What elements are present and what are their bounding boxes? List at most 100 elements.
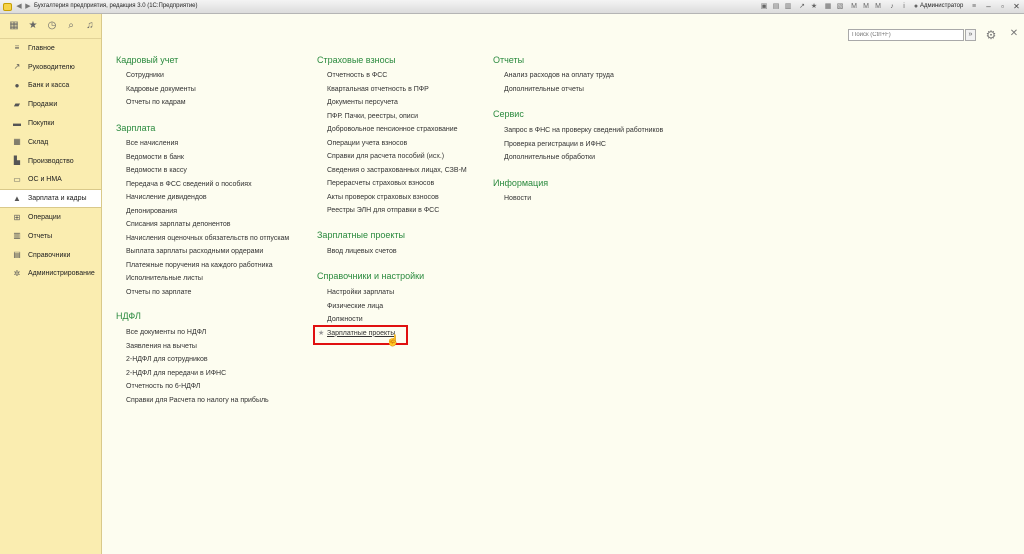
link-zarplata-0[interactable]: Все начисления — [126, 140, 178, 147]
link-informaciya-0[interactable]: Новости — [504, 195, 531, 202]
link-zarplata-7[interactable]: Начисления оценочных обязательств по отп… — [126, 235, 289, 242]
sidebar-item[interactable]: ✲ Администрирование — [0, 265, 101, 284]
link-strahovye-10[interactable]: Реестры ЭЛН для отправки в ФСС — [327, 207, 439, 214]
link-zarplata-4[interactable]: Начисление дивидендов — [126, 194, 207, 201]
section-title-otchety: Отчеты — [493, 55, 525, 65]
memory-mplus-icon[interactable]: M — [862, 3, 870, 11]
sidebar-item[interactable]: ≡ Главное — [0, 39, 101, 58]
sidebar-item[interactable]: ▬ Покупки — [0, 114, 101, 133]
sidebar-item[interactable]: ⊞ Операции — [0, 208, 101, 227]
link-spravochniki-0[interactable]: Настройки зарплаты — [327, 289, 394, 296]
memory-mminus-icon[interactable]: M — [874, 3, 882, 11]
link-servis-0[interactable]: Запрос в ФНС на проверку сведений работн… — [504, 127, 663, 134]
sidebar-item[interactable]: ● Банк и касса — [0, 77, 101, 96]
link-strahovye-7[interactable]: Сведения о застрахованных лицах, СЗВ-М — [327, 167, 467, 174]
link-zarplata-9[interactable]: Платежные поручения на каждого работника — [126, 262, 273, 269]
link-kadrovy-1[interactable]: Кадровые документы — [126, 86, 196, 93]
apps-grid-icon[interactable]: ▦ — [9, 21, 19, 31]
link-strahovye-0[interactable]: Отчетность в ФСС — [327, 72, 387, 79]
sidebar-item[interactable]: ▦ Склад — [0, 133, 101, 152]
sidebar-item[interactable]: ▤ Справочники — [0, 246, 101, 265]
search-dropdown-icon[interactable]: » — [965, 29, 976, 41]
sidebar-item-label: Операции — [28, 214, 61, 222]
favorites-star-icon[interactable]: ★ — [28, 21, 38, 31]
link-otchety-1[interactable]: Дополнительные отчеты — [504, 86, 584, 93]
link-strahovye-8[interactable]: Перерасчеты страховых взносов — [327, 180, 434, 187]
sidebar-item-label: Отчеты — [28, 232, 53, 240]
favorite-star-icon[interactable]: ★ — [318, 329, 324, 337]
reports-icon: ▥ — [13, 231, 21, 241]
link-kadrovy-2[interactable]: Отчеты по кадрам — [126, 99, 186, 106]
link-zarplata-6[interactable]: Списания зарплаты депонентов — [126, 221, 230, 228]
print-icon[interactable]: ▤ — [772, 3, 780, 11]
current-user[interactable]: Администратор — [920, 3, 963, 9]
window-close-icon[interactable]: ✕ — [1012, 2, 1021, 11]
link-spravochniki-1[interactable]: Физические лица — [327, 303, 383, 310]
section-title-strahovye: Страховые взносы — [317, 55, 396, 65]
link-strahovye-6[interactable]: Справки для расчета пособий (исх.) — [327, 153, 444, 160]
notifications-bell-icon[interactable]: ♫ — [85, 21, 95, 31]
sidebar-item-label: Продажи — [28, 101, 58, 109]
sidebar-item-label: Справочники — [28, 251, 71, 259]
gear-icon: ✲ — [13, 268, 21, 278]
link-zarplata-3[interactable]: Передача в ФСС сведений о пособиях — [126, 181, 252, 188]
info-icon[interactable]: i — [900, 3, 908, 11]
settings-icon[interactable]: ≡ — [970, 3, 978, 11]
gear-icon[interactable]: ⚙ — [984, 28, 998, 42]
link-zarplata-10[interactable]: Исполнительные листы — [126, 275, 203, 282]
link-strahovye-1[interactable]: Квартальная отчетность в ПФР — [327, 86, 429, 93]
calc-icon[interactable]: ▧ — [836, 3, 844, 11]
sidebar-item[interactable]: ▲ Зарплата и кадры — [0, 189, 101, 209]
section-title-ndfl: НДФЛ — [116, 311, 141, 321]
link-ndfl-0[interactable]: Все документы по НДФЛ — [126, 329, 206, 336]
link-icon[interactable]: ↗ — [798, 3, 806, 11]
sidebar-item[interactable]: ▙ Производство — [0, 152, 101, 171]
link-zarplata-8[interactable]: Выплата зарплаты расходными ордерами — [126, 248, 263, 255]
bookmark-icon[interactable]: ★ — [810, 3, 818, 11]
sidebar-item[interactable]: ▭ ОС и НМА — [0, 171, 101, 190]
calendar-icon[interactable]: ▦ — [824, 3, 832, 11]
link-servis-1[interactable]: Проверка регистрации в ИФНС — [504, 141, 606, 148]
link-spravochniki-2[interactable]: Должности — [327, 316, 363, 323]
link-strahovye-5[interactable]: Операции учета взносов — [327, 140, 407, 147]
link-otchety-0[interactable]: Анализ расходов на оплату труда — [504, 72, 614, 79]
link-zarplata-11[interactable]: Отчеты по зарплате — [126, 289, 191, 296]
section-title-zarplata: Зарплата — [116, 123, 156, 133]
link-strahovye-3[interactable]: ПФР. Пачки, реестры, описи — [327, 113, 418, 120]
sidebar-nav: ≡ Главное ↗ Руководителю ● Банк и касса ▰ Прода… — [0, 39, 101, 283]
back-icon[interactable]: ◀ — [15, 3, 23, 11]
sidebar-item-label: Администрирование — [28, 270, 95, 278]
link-ndfl-1[interactable]: Заявления на вычеты — [126, 343, 197, 350]
sidebar-item[interactable]: ▰ Продажи — [0, 95, 101, 114]
link-zarplata-1[interactable]: Ведомости в банк — [126, 154, 184, 161]
link-ndfl-2[interactable]: 2-НДФЛ для сотрудников — [126, 356, 208, 363]
minimize-icon[interactable]: – — [984, 2, 993, 11]
link-zp_proekty-0[interactable]: Ввод лицевых счетов — [327, 248, 397, 255]
forward-icon[interactable]: ▶ — [24, 3, 32, 11]
close-icon[interactable]: ✕ — [1009, 29, 1019, 39]
sidebar-item-label: Зарплата и кадры — [28, 195, 87, 203]
history-icon[interactable]: ◷ — [47, 21, 57, 31]
link-servis-2[interactable]: Дополнительные обработки — [504, 154, 595, 161]
bell-icon[interactable]: ♪ — [888, 3, 896, 11]
search-input[interactable] — [848, 29, 964, 41]
link-ndfl-4[interactable]: Отчетность по 6-НДФЛ — [126, 383, 200, 390]
link-zarplata-5[interactable]: Депонирования — [126, 208, 177, 215]
link-zarplata-2[interactable]: Ведомости в кассу — [126, 167, 187, 174]
sidebar-item[interactable]: ▥ Отчеты — [0, 227, 101, 246]
link-ndfl-5[interactable]: Справки для Расчета по налогу на прибыль — [126, 397, 269, 404]
link-ndfl-3[interactable]: 2-НДФЛ для передачи в ИФНС — [126, 370, 226, 377]
link-strahovye-9[interactable]: Акты проверок страховых взносов — [327, 194, 439, 201]
link-strahovye-4[interactable]: Добровольное пенсионное страхование — [327, 126, 458, 133]
search-icon[interactable]: ⌕ — [66, 21, 76, 31]
link-strahovye-2[interactable]: Документы персучета — [327, 99, 398, 106]
memory-m-icon[interactable]: M — [850, 3, 858, 11]
hand-cursor-icon: ☝ — [386, 335, 400, 347]
maximize-icon[interactable]: ▫ — [998, 2, 1007, 11]
section-title-spravochniki: Справочники и настройки — [317, 271, 425, 281]
link-kadrovy-0[interactable]: Сотрудники — [126, 72, 164, 79]
sidebar-item[interactable]: ↗ Руководителю — [0, 58, 101, 77]
save-icon[interactable]: ▣ — [760, 3, 768, 11]
preview-icon[interactable]: ▥ — [784, 3, 792, 11]
shopping-bag-icon: ▰ — [13, 99, 21, 109]
